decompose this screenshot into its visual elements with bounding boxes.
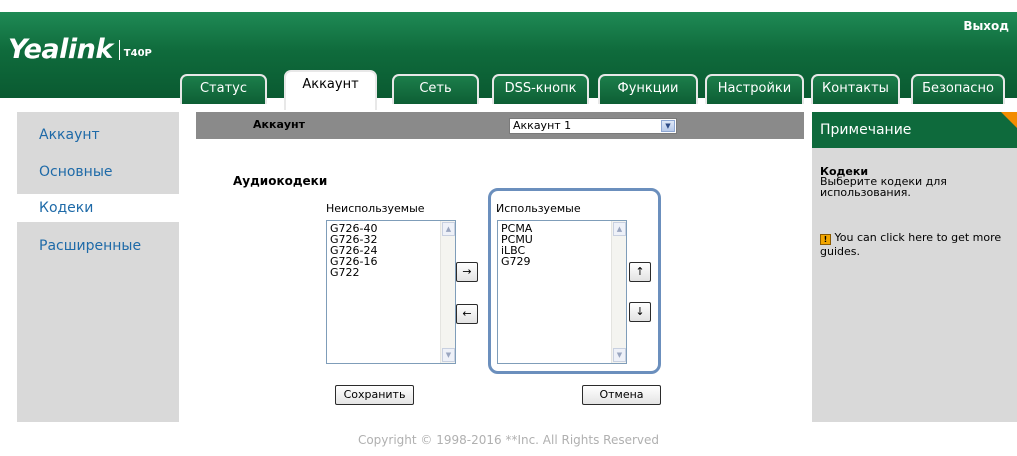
tab-features[interactable]: Функции	[598, 74, 698, 104]
scroll-down-icon[interactable]: ▼	[442, 348, 455, 362]
copyright-footer: Copyright © 1998-2016 **Inc. All Rights …	[357, 433, 660, 447]
move-down-button[interactable]: ↓	[629, 302, 651, 322]
tab-account[interactable]: Аккаунт	[284, 70, 377, 110]
move-right-button[interactable]: →	[456, 262, 478, 282]
audio-codecs-title: Аудиокодеки	[233, 174, 328, 188]
list-item[interactable]: G729	[501, 256, 610, 267]
top-header: Выход Yealink T40P Статус Аккаунт Сеть DS…	[0, 12, 1017, 110]
used-list-scrollbar[interactable]: ▲ ▼	[611, 221, 626, 363]
used-codecs-items: PCMA PCMU iLBC G729	[501, 223, 610, 267]
phone-web-ui: Выход Yealink T40P Статус Аккаунт Сеть DS…	[0, 0, 1017, 456]
account-label: Аккаунт	[253, 118, 306, 131]
note-corner-accent	[1001, 112, 1017, 128]
account-select-value: Аккаунт 1	[513, 119, 572, 132]
logo-divider	[118, 40, 120, 60]
note-panel: Примечание Кодеки Выберите кодеки для ис…	[812, 112, 1017, 422]
unused-label: Неиспользуемые	[326, 202, 425, 215]
chevron-down-icon[interactable]: ▼	[661, 120, 675, 132]
save-button[interactable]: Сохранить	[335, 385, 414, 405]
logout-link[interactable]: Выход	[963, 19, 1009, 33]
sidebar-item-advanced[interactable]: Расширенные	[17, 232, 179, 260]
logo-model: T40P	[123, 48, 152, 59]
scroll-down-icon[interactable]: ▼	[613, 348, 626, 362]
main-content: Аккаунт Аккаунт 1 ▼ Аудиокодеки Неисполь…	[185, 112, 805, 422]
tab-network[interactable]: Сеть	[392, 74, 479, 104]
account-select[interactable]: Аккаунт 1 ▼	[509, 118, 677, 134]
note-text: Выберите кодеки для использования.	[820, 175, 947, 199]
logo: Yealink T40P	[8, 34, 152, 65]
tab-contacts[interactable]: Контакты	[811, 74, 900, 104]
note-header: Примечание	[812, 112, 1017, 148]
used-codecs-list[interactable]: PCMA PCMU iLBC G729 ▲ ▼	[497, 220, 627, 364]
unused-codecs-list[interactable]: G726-40 G726-32 G726-24 G726-16 G722 ▲ ▼	[326, 220, 456, 364]
unused-list-scrollbar[interactable]: ▲ ▼	[440, 221, 455, 363]
account-bar: Аккаунт Аккаунт 1 ▼	[196, 112, 804, 139]
guide-link[interactable]: ! You can click here to get more guides.	[820, 231, 1010, 258]
guide-link-text: You can click here to get more guides.	[820, 231, 1002, 258]
sidebar-item-codecs[interactable]: Кодеки	[17, 194, 179, 222]
tab-dss-keys[interactable]: DSS-кнопк	[492, 74, 589, 104]
tab-security[interactable]: Безопасно	[911, 74, 1005, 104]
move-up-button[interactable]: ↑	[629, 262, 651, 282]
scroll-up-icon[interactable]: ▲	[442, 222, 455, 236]
tab-status[interactable]: Статус	[180, 74, 267, 104]
tab-settings[interactable]: Настройки	[705, 74, 804, 104]
cancel-button[interactable]: Отмена	[582, 385, 661, 405]
guide-book-icon: !	[820, 234, 831, 245]
sidebar: Аккаунт Основные Кодеки Расширенные	[17, 112, 179, 422]
sidebar-item-account[interactable]: Аккаунт	[17, 121, 179, 149]
scroll-up-icon[interactable]: ▲	[613, 222, 626, 236]
unused-codecs-items: G726-40 G726-32 G726-24 G726-16 G722	[330, 223, 439, 278]
list-item[interactable]: G722	[330, 267, 439, 278]
move-left-button[interactable]: ←	[456, 304, 478, 324]
sidebar-item-basic[interactable]: Основные	[17, 158, 179, 186]
logo-text: Yealink	[8, 34, 113, 65]
